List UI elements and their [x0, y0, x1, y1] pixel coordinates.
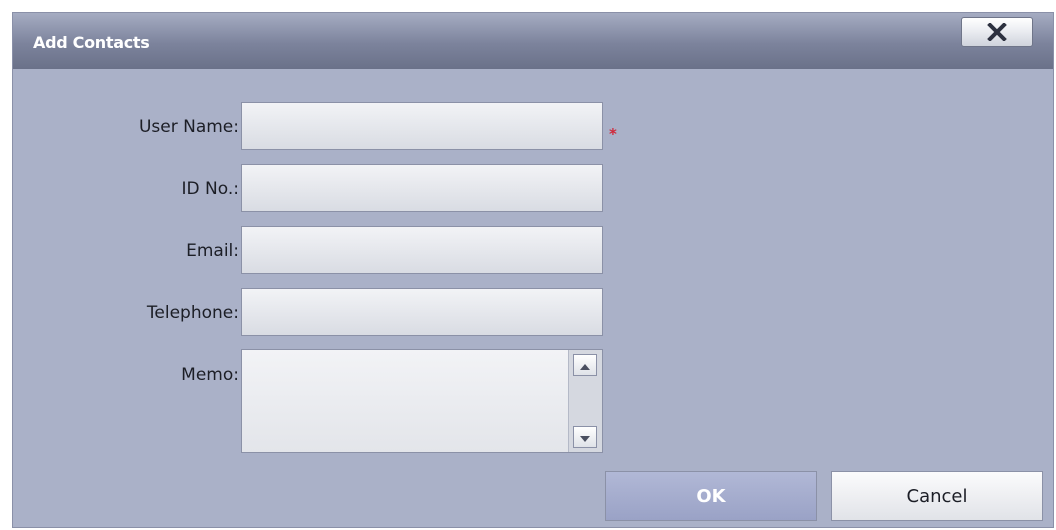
user-name-label: User Name: [138, 117, 239, 137]
memo-label: Memo: [181, 365, 239, 385]
ok-button[interactable]: OK [605, 471, 817, 521]
scroll-down-arrow-icon [579, 428, 591, 447]
dialog-title: Add Contacts [33, 33, 150, 52]
telephone-input[interactable] [241, 288, 603, 336]
cancel-button[interactable]: Cancel [831, 471, 1043, 521]
email-label: Email: [186, 241, 239, 261]
id-no-label: ID No.: [181, 179, 239, 199]
required-indicator: * [609, 125, 617, 143]
memo-textarea[interactable] [242, 350, 568, 452]
memo-scrollbar[interactable] [568, 350, 602, 452]
id-no-input[interactable] [241, 164, 603, 212]
scroll-up-button[interactable] [573, 354, 597, 376]
memo-box [241, 349, 603, 453]
add-contacts-dialog: Add Contacts User Name: * ID No.: Email:… [12, 12, 1054, 528]
close-button[interactable] [961, 17, 1033, 47]
email-input[interactable] [241, 226, 603, 274]
scroll-down-button[interactable] [573, 426, 597, 448]
user-name-input[interactable] [241, 102, 603, 150]
scroll-up-arrow-icon [579, 356, 591, 375]
telephone-label: Telephone: [146, 303, 239, 323]
close-icon [986, 23, 1008, 41]
dialog-titlebar: Add Contacts [13, 13, 1053, 69]
